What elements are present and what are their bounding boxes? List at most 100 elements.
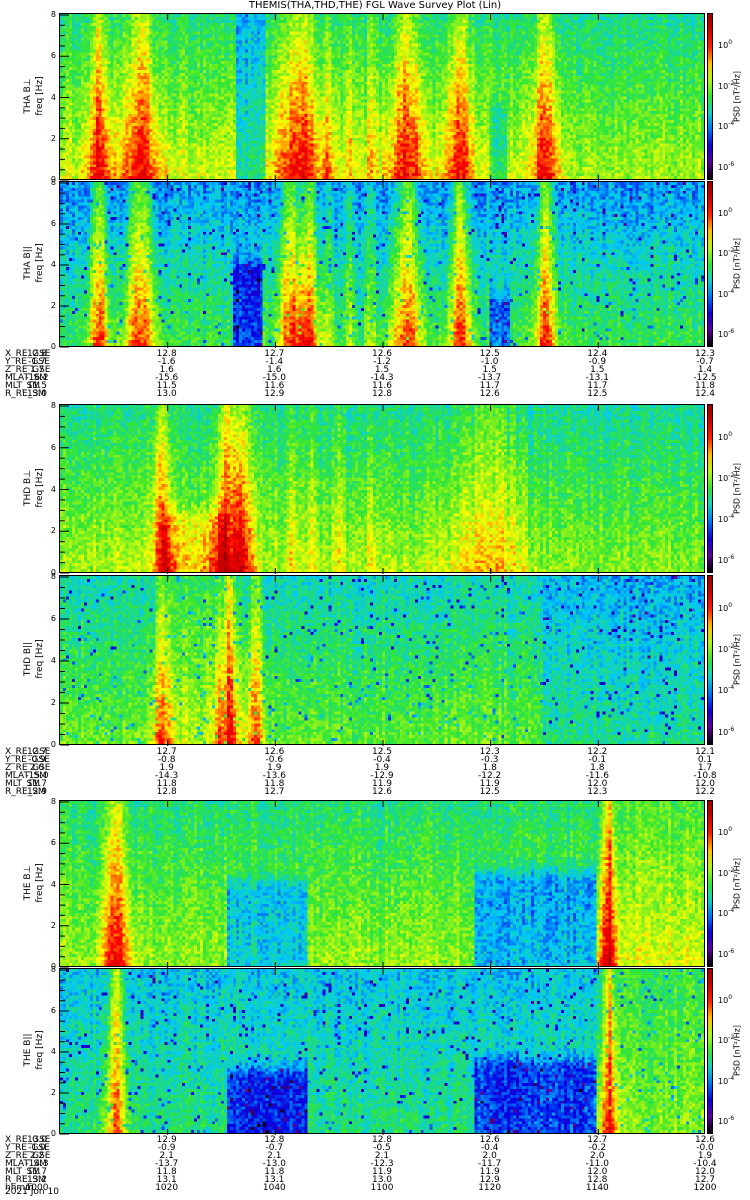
plot-title: THEMIS(THA,THD,THE) FGL Wave Survey Plot… — [248, 0, 502, 11]
y-tick-label: 4 — [50, 656, 56, 665]
y-tick-label: 6 — [50, 614, 56, 623]
colorbar-tick-label: 10-6 — [718, 553, 735, 565]
ephemeris-block-tha: X_RE_GSE 12.8 12.8 12.7 12.6 12.5 12.4 12.3 Y_RE… — [0, 350, 750, 399]
ephemeris-value: 12.9 — [264, 389, 285, 399]
colorbar-title: PSD [nT²/Hz] — [732, 634, 742, 685]
ephemeris-value: 1040 — [262, 1183, 286, 1193]
axis-ticks — [60, 576, 599, 746]
ephemeris-value: 12.8 — [371, 389, 393, 399]
ephemeris-value: 12.5 — [587, 389, 608, 399]
ephemeris-value: 13.0 — [26, 389, 48, 399]
panel-label: THD B⊥ — [23, 469, 33, 506]
y-tick-label: 2 — [50, 698, 56, 707]
ephemeris-value: 12.7 — [264, 787, 285, 797]
y-tick-label: 8 — [50, 572, 56, 581]
colorbar-tick-label: 100 — [718, 39, 733, 51]
spectrogram-panel-tha-bperp — [59, 13, 705, 181]
ephemeris-value: 1200 — [693, 1183, 717, 1193]
y-axis-label: freq [Hz] — [35, 1030, 45, 1070]
y-tick-label: 4 — [50, 484, 56, 494]
y-tick-label: 6 — [50, 51, 56, 61]
ephemeris-value: 12.2 — [694, 787, 716, 797]
y-tick-label: 4 — [50, 260, 56, 269]
y-tick-label: 4 — [50, 1047, 56, 1056]
date-text: 2021 Jon 10 — [5, 1187, 59, 1197]
ephemeris-row: hhmm 1000 1020 1040 1100 1120 1140 1200 — [0, 1183, 750, 1193]
y-tick-label: 6 — [50, 219, 56, 228]
axis-ticks — [60, 405, 599, 574]
axis-ticks — [60, 14, 599, 181]
colorbar-tick-label: 100 — [718, 430, 733, 442]
y-tick-label: 8 — [50, 965, 56, 974]
ephemeris-row: R_RE_SM 12.9 12.8 12.7 12.6 12.5 12.3 12.2 — [0, 787, 750, 797]
ephemeris-value: 12.6 — [479, 389, 500, 399]
y-tick-label: 4 — [50, 879, 56, 889]
colorbar-tick-label: 100 — [718, 994, 733, 1006]
spectrogram-panel-the-bperp — [59, 800, 705, 968]
colorbar — [707, 575, 713, 745]
ephemeris-value: 13.0 — [156, 389, 177, 399]
colorbar-title: PSD [nT²/Hz] — [732, 70, 742, 122]
y-tick-label: 8 — [50, 10, 56, 19]
y-tick-label: 2 — [50, 526, 56, 536]
ephemeris-value: 12.3 — [587, 787, 608, 797]
y-tick-label: 2 — [50, 920, 56, 930]
y-axis-label: freq [Hz] — [35, 243, 45, 283]
ephemeris-value: 12.5 — [479, 787, 500, 797]
ephemeris-value: 12.8 — [156, 787, 177, 797]
y-tick-label: 8 — [50, 797, 56, 806]
ephemeris-value: 12.9 — [26, 787, 48, 797]
y-tick-label: 6 — [50, 1006, 56, 1015]
colorbar-tick-label: 10-6 — [718, 327, 735, 339]
colorbar-tick-label: 10-6 — [718, 725, 735, 737]
colorbar-title: PSD [nT²/Hz] — [732, 238, 742, 289]
ephemeris-block-thd: X_RE_GSE 12.7 12.7 12.6 12.5 12.3 12.2 12.1 Y_RE… — [0, 748, 750, 797]
y-axis-label: freq [Hz] — [35, 467, 45, 508]
ephemeris-row: R_RE_SM 13.0 13.0 12.9 12.8 12.6 12.5 12.4 — [0, 389, 750, 399]
spectrogram-panel-thd-bpar — [59, 575, 705, 746]
y-tick-label: 2 — [50, 301, 56, 310]
y-tick-label: 2 — [50, 1088, 56, 1097]
ephemeris-value: 1020 — [155, 1183, 179, 1193]
axis-ticks — [60, 969, 599, 1135]
colorbar — [707, 968, 713, 1134]
spectrogram-panel-tha-bpar — [59, 181, 705, 348]
y-tick-label: 6 — [50, 442, 56, 452]
y-tick-label: 8 — [50, 178, 56, 187]
panel-label: THE B⊥ — [23, 865, 33, 900]
colorbar-tick-label: 10-6 — [718, 1114, 735, 1126]
y-tick-label: 8 — [50, 401, 56, 410]
colorbar-tick-label: 100 — [718, 826, 733, 838]
spectrogram-panel-thd-bperp — [59, 404, 705, 574]
colorbar-tick-label: 10-6 — [718, 160, 735, 172]
ephemeris-value: 1140 — [585, 1183, 609, 1193]
ephemeris-value: 1120 — [478, 1183, 502, 1193]
colorbar-tick-label: 100 — [718, 207, 733, 219]
panel-label: THE B|| — [23, 1033, 33, 1067]
colorbar — [707, 800, 713, 967]
colorbar-title: PSD [nT²/Hz] — [732, 462, 742, 514]
y-axis-label: freq [Hz] — [35, 75, 45, 116]
y-tick-label: 4 — [50, 92, 56, 102]
panel-label: THD B|| — [23, 641, 33, 677]
axis-ticks — [60, 182, 599, 348]
colorbar — [707, 181, 713, 347]
colorbar-title: PSD [nT²/Hz] — [732, 857, 742, 909]
colorbar-tick-label: 10-6 — [718, 947, 735, 959]
colorbar — [707, 404, 713, 573]
y-tick-label: 6 — [50, 838, 56, 848]
panel-label: THA B⊥ — [23, 77, 33, 114]
y-axis-label: freq [Hz] — [35, 639, 45, 679]
y-axis-label: freq [Hz] — [35, 862, 45, 903]
spectrogram-panel-the-bpar — [59, 968, 705, 1135]
ephemeris-block-the: X_RE_GSE 13.0 12.9 12.8 12.8 12.6 12.7 12.6 Y_RE… — [0, 1136, 750, 1193]
ephemeris-value: 1100 — [370, 1183, 394, 1193]
axis-ticks — [60, 801, 599, 968]
ephemeris-value: 12.4 — [694, 389, 716, 399]
colorbar-tick-label: 100 — [718, 601, 733, 613]
colorbar — [707, 13, 713, 180]
panel-label: THA B|| — [23, 246, 33, 280]
colorbar-title: PSD [nT²/Hz] — [732, 1025, 742, 1076]
ephemeris-value: 12.6 — [371, 787, 393, 797]
y-tick-label: 2 — [50, 133, 56, 143]
